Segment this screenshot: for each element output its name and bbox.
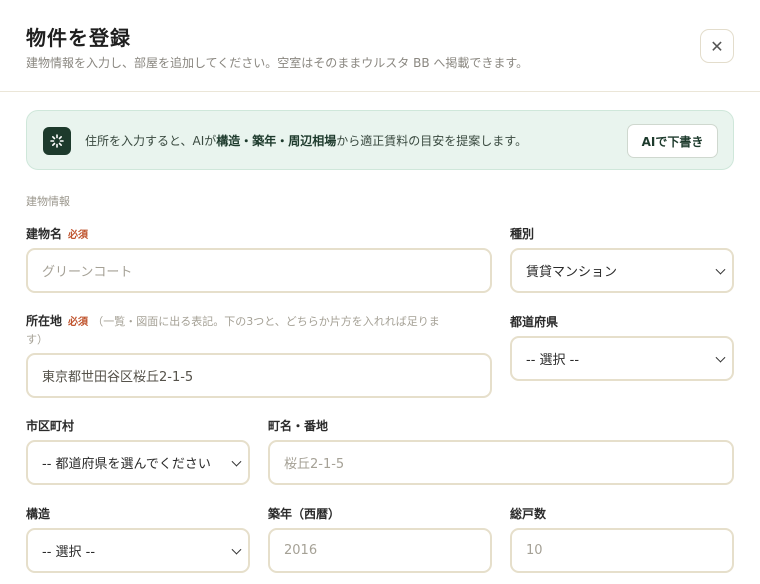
close-icon: ✕ — [710, 36, 724, 56]
building-name-label: 建物名 必須 — [26, 225, 88, 242]
building-name-input[interactable]: グリーンコート — [26, 248, 492, 293]
chevron-down-icon — [231, 544, 242, 555]
building-name-label-text: 建物名 — [26, 227, 63, 241]
ai-banner-text: 住所を入力すると、AIが構造・築年・周辺相場から適正賃料の目安を提案します。 — [85, 132, 527, 149]
section-label-building-info: 建物情報 — [26, 195, 70, 208]
prefecture-select[interactable]: -- 選択 -- — [510, 336, 734, 381]
built-year-input[interactable]: 2016 — [268, 528, 492, 573]
sparkle-icon — [43, 127, 71, 155]
structure-label: 構造 — [26, 507, 51, 521]
city-label: 市区町村 — [26, 419, 75, 433]
type-select[interactable]: 賃貸マンション — [510, 248, 734, 293]
chevron-down-icon — [715, 352, 726, 363]
built-year-label: 築年（西暦） — [268, 507, 341, 521]
address-input[interactable]: 東京都世田谷区桜丘2-1-5 — [26, 353, 492, 398]
ai-draft-button[interactable]: AIで下書き — [627, 124, 718, 158]
required-badge: 必須 — [68, 317, 89, 328]
address-label-text: 所在地 — [26, 314, 63, 328]
ai-text-prefix: 住所を入力すると、AIが — [85, 134, 217, 148]
type-label: 種別 — [510, 227, 535, 241]
units-label: 総戸数 — [510, 507, 547, 521]
prefecture-select-value: -- 選択 -- — [526, 353, 580, 368]
city-select-value: -- 都道府県を選んでください — [42, 457, 211, 472]
chevron-down-icon — [715, 264, 726, 275]
modal-title: 物件を登録 — [26, 26, 131, 50]
ai-text-suffix: から適正賃料の目安を提案します。 — [336, 134, 528, 148]
chevron-down-icon — [231, 456, 242, 467]
address-label: 所在地 必須 （一覧・図面に出る表記。下の3つと、どちらか片方を入れれば足ります） — [26, 313, 478, 348]
street-label: 町名・番地 — [268, 419, 329, 433]
ai-text-highlight: 構造・築年・周辺相場 — [216, 134, 337, 148]
prefecture-label: 都道府県 — [510, 315, 559, 329]
street-input[interactable]: 桜丘2-1-5 — [268, 440, 734, 485]
ai-suggestion-banner: 住所を入力すると、AIが構造・築年・周辺相場から適正賃料の目安を提案します。 A… — [26, 110, 734, 170]
required-badge: 必須 — [68, 230, 89, 241]
type-select-value: 賃貸マンション — [526, 265, 618, 280]
close-button[interactable]: ✕ — [700, 29, 734, 63]
address-hint-cont: す） — [26, 333, 48, 346]
structure-select-value: -- 選択 -- — [42, 545, 96, 560]
city-select[interactable]: -- 都道府県を選んでください — [26, 440, 250, 485]
modal-header: 物件を登録 建物情報を入力し、部屋を追加してください。空室はそのままウルスタ B… — [0, 0, 760, 92]
modal-subtitle: 建物情報を入力し、部屋を追加してください。空室はそのままウルスタ BB へ掲載で… — [26, 56, 529, 70]
total-units-input[interactable]: 10 — [510, 528, 734, 573]
register-property-modal: 物件を登録 建物情報を入力し、部屋を追加してください。空室はそのままウルスタ B… — [0, 0, 760, 584]
structure-select[interactable]: -- 選択 -- — [26, 528, 250, 573]
address-hint: （一覧・図面に出る表記。下の3つと、どちらか片方を入れれば足りま — [92, 315, 440, 328]
